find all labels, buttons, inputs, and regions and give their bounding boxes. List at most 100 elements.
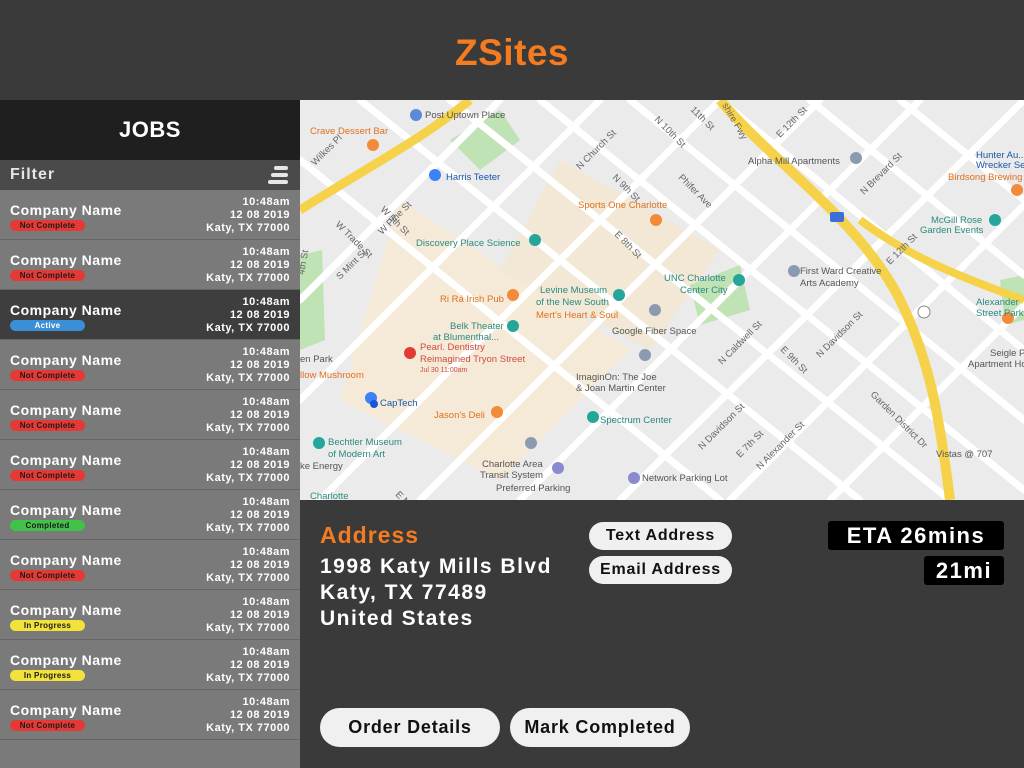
- job-time: 10:48am: [242, 696, 290, 708]
- job-location: Katy, TX 77000: [206, 522, 290, 534]
- job-row-meta: 10:48am 12 08 2019 Katy, TX 77000: [206, 196, 290, 239]
- filter-label: Filter: [10, 166, 56, 183]
- job-company-name: Company Name: [10, 202, 122, 218]
- map-view[interactable]: Post Uptown Place Crave Dessert Bar Harr…: [300, 100, 1024, 500]
- job-row[interactable]: Company Name Not Complete 10:48am 12 08 201…: [0, 440, 300, 490]
- svg-text:Spectrum Center: Spectrum Center: [600, 415, 672, 426]
- job-status-badge: In Progress: [10, 620, 85, 631]
- job-date: 12 08 2019: [229, 659, 290, 671]
- job-company-name: Company Name: [10, 402, 122, 418]
- job-row[interactable]: Company Name In Progress 10:48am 12 08 2019…: [0, 640, 300, 690]
- app-title: ZSites: [454, 32, 570, 73]
- address-line-1: 1998 Katy Mills Blvd: [320, 555, 552, 578]
- job-time: 10:48am: [242, 246, 290, 258]
- job-row-meta: 10:48am 12 08 2019 Katy, TX 77000: [206, 296, 290, 339]
- job-date: 12 08 2019: [229, 509, 290, 521]
- job-row-left: Company Name Not Complete: [10, 346, 122, 389]
- svg-text:ImaginOn: The Joe: ImaginOn: The Joe: [576, 372, 657, 383]
- order-details-button[interactable]: Order Details: [320, 708, 500, 747]
- app-header: ZSites: [0, 0, 1024, 100]
- job-status-badge: Not Complete: [10, 220, 85, 231]
- job-time: 10:48am: [242, 496, 290, 508]
- job-status-badge: Not Complete: [10, 420, 85, 431]
- job-company-name: Company Name: [10, 652, 122, 668]
- job-status-badge: Not Complete: [10, 370, 85, 381]
- address-line-2: Katy, TX 77489: [320, 581, 488, 604]
- job-row-left: Company Name Not Complete: [10, 246, 122, 289]
- job-row-left: Company Name In Progress: [10, 646, 122, 689]
- svg-text:Preferred Parking: Preferred Parking: [496, 483, 570, 494]
- job-company-name: Company Name: [10, 502, 122, 518]
- job-row-left: Company Name Not Complete: [10, 396, 122, 439]
- svg-text:Google Fiber Space: Google Fiber Space: [612, 326, 697, 337]
- filter-icon[interactable]: [268, 165, 290, 185]
- job-location: Katy, TX 77000: [206, 272, 290, 284]
- job-location: Katy, TX 77000: [206, 672, 290, 684]
- email-address-button[interactable]: Email Address: [589, 556, 732, 584]
- mark-completed-button[interactable]: Mark Completed: [510, 708, 690, 747]
- text-address-button[interactable]: Text Address: [589, 522, 732, 550]
- job-company-name: Company Name: [10, 302, 122, 318]
- job-date: 12 08 2019: [229, 709, 290, 721]
- svg-text:Alpha Mill Apartments: Alpha Mill Apartments: [748, 156, 840, 167]
- job-status-badge: Not Complete: [10, 470, 85, 481]
- job-date: 12 08 2019: [229, 209, 290, 221]
- svg-text:Birdsong Brewing: Birdsong Brewing: [948, 172, 1022, 183]
- job-row[interactable]: Company Name Not Complete 10:48am 12 08 201…: [0, 690, 300, 740]
- jobs-sidebar: JOBS Filter Company Name Not Complete 10:4…: [0, 100, 300, 768]
- job-row-left: Company Name Completed: [10, 496, 122, 539]
- job-row-left: Company Name Active: [10, 296, 122, 339]
- job-row-meta: 10:48am 12 08 2019 Katy, TX 77000: [206, 446, 290, 489]
- job-row[interactable]: Company Name Not Complete 10:48am 12 08 201…: [0, 340, 300, 390]
- job-detail-panel: Address 1998 Katy Mills Blvd Katy, TX 77…: [300, 500, 1024, 768]
- svg-text:Sports One Charlotte: Sports One Charlotte: [578, 200, 667, 211]
- job-row[interactable]: Company Name Active 10:48am 12 08 2019 Katy,…: [0, 290, 300, 340]
- svg-text:Center City: Center City: [680, 285, 728, 296]
- job-row-meta: 10:48am 12 08 2019 Katy, TX 77000: [206, 496, 290, 539]
- job-date: 12 08 2019: [229, 459, 290, 471]
- svg-text:Pearl. Dentistry: Pearl. Dentistry: [420, 342, 485, 353]
- svg-text:Charlotte Area: Charlotte Area: [482, 459, 543, 470]
- job-row[interactable]: Company Name Not Complete 10:48am 12 08 201…: [0, 540, 300, 590]
- svg-text:& Joan Martin Center: & Joan Martin Center: [576, 383, 666, 394]
- job-row[interactable]: Company Name Completed 10:48am 12 08 2019 Ka…: [0, 490, 300, 540]
- jobs-title: JOBS: [119, 117, 181, 142]
- svg-text:of Modern Art: of Modern Art: [328, 449, 385, 460]
- filter-bar[interactable]: Filter: [0, 160, 300, 190]
- job-row[interactable]: Company Name Not Complete 10:48am 12 08 201…: [0, 190, 300, 240]
- job-row[interactable]: Company Name Not Complete 10:48am 12 08 201…: [0, 240, 300, 290]
- address-label: Address: [320, 522, 420, 548]
- job-row-meta: 10:48am 12 08 2019 Katy, TX 77000: [206, 546, 290, 589]
- svg-text:llow Mushroom: llow Mushroom: [300, 370, 364, 381]
- job-location: Katy, TX 77000: [206, 722, 290, 734]
- job-date: 12 08 2019: [229, 259, 290, 271]
- job-time: 10:48am: [242, 396, 290, 408]
- job-location: Katy, TX 77000: [206, 372, 290, 384]
- job-company-name: Company Name: [10, 252, 122, 268]
- job-row[interactable]: Company Name Not Complete 10:48am 12 08 201…: [0, 390, 300, 440]
- job-company-name: Company Name: [10, 602, 122, 618]
- svg-text:Discovery Place Science: Discovery Place Science: [416, 238, 521, 249]
- job-time: 10:48am: [242, 196, 290, 208]
- job-row-left: Company Name Not Complete: [10, 546, 122, 589]
- job-date: 12 08 2019: [229, 359, 290, 371]
- svg-text:Ri Rá Irish Pub: Ri Rá Irish Pub: [440, 294, 504, 305]
- map-canvas[interactable]: Post Uptown Place Crave Dessert Bar Harr…: [300, 100, 1024, 500]
- job-row-meta: 10:48am 12 08 2019 Katy, TX 77000: [206, 246, 290, 289]
- svg-text:Bechtler Museum: Bechtler Museum: [328, 437, 402, 448]
- job-date: 12 08 2019: [229, 609, 290, 621]
- job-status-badge: Not Complete: [10, 270, 85, 281]
- job-date: 12 08 2019: [229, 309, 290, 321]
- job-row[interactable]: Company Name In Progress 10:48am 12 08 2019…: [0, 590, 300, 640]
- svg-text:Garden Events: Garden Events: [920, 225, 984, 236]
- job-row-meta: 10:48am 12 08 2019 Katy, TX 77000: [206, 696, 290, 739]
- job-row-meta: 10:48am 12 08 2019 Katy, TX 77000: [206, 646, 290, 689]
- svg-text:CapTech: CapTech: [380, 398, 418, 409]
- job-time: 10:48am: [242, 596, 290, 608]
- svg-text:of the New South: of the New South: [536, 297, 609, 308]
- svg-text:Apartment Ho...: Apartment Ho...: [968, 359, 1024, 370]
- svg-text:Jason's Deli: Jason's Deli: [434, 410, 485, 421]
- job-row-meta: 10:48am 12 08 2019 Katy, TX 77000: [206, 396, 290, 439]
- svg-text:ke Energy: ke Energy: [300, 461, 343, 472]
- job-row-left: Company Name In Progress: [10, 596, 122, 639]
